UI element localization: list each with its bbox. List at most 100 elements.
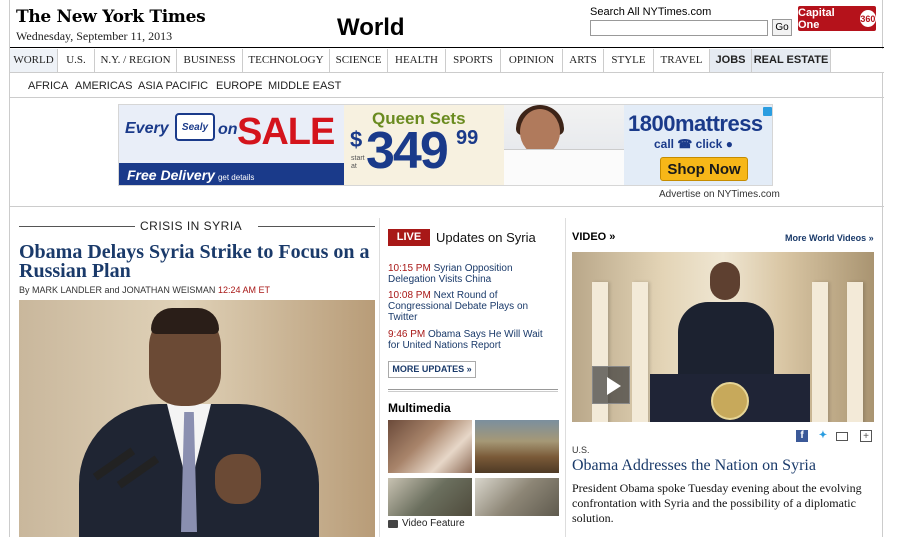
ad-shop-now-button[interactable]: Shop Now xyxy=(660,157,748,181)
ad-brand-logo: Sealy xyxy=(175,113,215,141)
share-plus-icon[interactable]: + xyxy=(860,430,872,442)
mouse-icon: ● xyxy=(725,137,733,151)
column-divider xyxy=(565,218,566,537)
byline-author-2: JONATHAN WEISMAN xyxy=(122,285,216,295)
ad-start-at: start at xyxy=(351,155,365,170)
facebook-icon[interactable]: f xyxy=(796,430,808,442)
sponsor-text: Capital One xyxy=(798,6,835,31)
nav-item-science[interactable]: SCIENCE xyxy=(330,49,388,72)
subnav-americas[interactable]: AMERICAS xyxy=(75,74,132,98)
kicker[interactable]: CRISIS IN SYRIA xyxy=(140,219,242,233)
ad-free-delivery: Free Delivery get details xyxy=(119,163,344,185)
video-headline[interactable]: Obama Addresses the Nation on Syria xyxy=(572,457,816,475)
search-input[interactable] xyxy=(590,20,768,36)
subnav-europe[interactable]: EUROPE xyxy=(216,74,262,98)
live-update[interactable]: 10:08 PM Next Round of Congressional Deb… xyxy=(388,290,556,323)
nav-item-opinion[interactable]: OPINION xyxy=(501,49,563,72)
search-label: Search All NYTimes.com xyxy=(590,6,712,18)
sponsor-badge: 360 xyxy=(859,10,876,27)
ad-sale-text: SALE xyxy=(237,111,335,153)
multimedia-thumb[interactable] xyxy=(388,420,472,473)
byline-prefix: By xyxy=(19,285,33,295)
ad-pillow xyxy=(504,149,624,185)
video-feature-label[interactable]: Video Feature xyxy=(388,518,465,529)
subnav-middle-east[interactable]: MIDDLE EAST xyxy=(268,74,341,98)
nav-item-travel[interactable]: TRAVEL xyxy=(654,49,710,72)
nav-item-business[interactable]: BUSINESS xyxy=(177,49,243,72)
lead-photo[interactable] xyxy=(19,300,375,537)
nav-item-arts[interactable]: ARTS xyxy=(563,49,604,72)
play-icon[interactable] xyxy=(592,366,630,404)
subnav-asia-pacific[interactable]: ASIA PACIFIC xyxy=(138,74,208,98)
lead-headline[interactable]: Obama Delays Syria Strike to Focus on a … xyxy=(19,242,379,281)
video-section-label[interactable]: U.S. xyxy=(572,445,590,455)
ad-price-cents: 99 xyxy=(456,127,479,149)
live-update[interactable]: 10:15 PM Syrian Opposition Delegation Vi… xyxy=(388,263,556,285)
nav-item-real-estate[interactable]: REAL ESTATE xyxy=(752,49,831,72)
ad-price-panel: Queen Sets $ start at 349 99 xyxy=(344,105,504,185)
nav-item-ny-region[interactable]: N.Y. / REGION xyxy=(95,49,177,72)
live-badge: LIVE xyxy=(388,229,430,246)
ad-call-text: call xyxy=(654,137,675,151)
ad-info-icon[interactable] xyxy=(763,107,772,116)
advertise-link[interactable]: Advertise on NYTimes.com xyxy=(659,189,780,200)
nav-item-health[interactable]: HEALTH xyxy=(388,49,446,72)
update-time: 9:46 PM xyxy=(388,329,426,340)
ad-phone-brand: 1800mattress xyxy=(628,111,763,136)
video-section-header[interactable]: VIDEO » xyxy=(572,231,615,243)
ad-on-text: on xyxy=(218,121,238,138)
video-speaker-head xyxy=(710,262,740,300)
ad-banner[interactable]: Every Sealy on SALE Free Delivery get det… xyxy=(118,104,773,186)
ad-model-photo xyxy=(504,105,624,185)
divider xyxy=(10,206,884,207)
multimedia-thumb[interactable] xyxy=(475,478,559,516)
nyt-logo[interactable]: The New York Times xyxy=(16,7,206,27)
video-speaker-suit xyxy=(678,302,774,382)
email-icon[interactable] xyxy=(836,432,848,441)
video-player[interactable] xyxy=(572,252,874,422)
photo-column xyxy=(812,282,828,422)
page: The New York Times Wednesday, September … xyxy=(9,0,884,537)
photo-column xyxy=(847,282,863,422)
more-world-videos-link[interactable]: More World Videos » xyxy=(785,233,874,243)
ad-delivery-text: Free Delivery xyxy=(127,167,215,183)
ad-details-text: get details xyxy=(217,173,255,182)
nav-item-style[interactable]: STYLE xyxy=(604,49,654,72)
update-time: 10:08 PM xyxy=(388,290,431,301)
kicker-rule-right xyxy=(258,226,375,227)
column-divider xyxy=(379,218,380,537)
nav-item-jobs[interactable]: JOBS xyxy=(710,49,752,72)
more-updates-button[interactable]: MORE UPDATES » xyxy=(388,361,476,378)
video-camera-icon xyxy=(388,519,398,528)
multimedia-thumb[interactable] xyxy=(388,478,472,516)
video-summary: President Obama spoke Tuesday evening ab… xyxy=(572,481,862,525)
nav-item-sports[interactable]: SPORTS xyxy=(446,49,501,72)
byline-author-1: MARK LANDLER xyxy=(32,285,103,295)
kicker-rule-left xyxy=(19,226,135,227)
live-update[interactable]: 9:46 PM Obama Says He Will Wait for Unit… xyxy=(388,329,556,351)
nav-item-world[interactable]: WORLD xyxy=(10,49,58,72)
nav-item-technology[interactable]: TECHNOLOGY xyxy=(243,49,330,72)
lead-byline: By MARK LANDLER and JONATHAN WEISMAN 12:… xyxy=(19,285,270,295)
subnav-africa[interactable]: AFRICA xyxy=(28,74,68,98)
update-time: 10:15 PM xyxy=(388,263,431,274)
sub-nav: AFRICA AMERICAS ASIA PACIFIC EUROPE MIDD… xyxy=(10,74,884,98)
dateline: Wednesday, September 11, 2013 xyxy=(16,29,173,43)
nav-item-us[interactable]: U.S. xyxy=(58,49,95,72)
video-feature-text: Video Feature xyxy=(402,518,465,529)
ad-price: 349 xyxy=(366,122,449,180)
multimedia-rule xyxy=(388,389,558,390)
multimedia-thumb[interactable] xyxy=(475,420,559,473)
photo-hair xyxy=(151,308,219,334)
ad-dollar-sign: $ xyxy=(350,127,363,152)
search-go-button[interactable]: Go xyxy=(772,19,792,36)
section-nav: WORLD U.S. N.Y. / REGION BUSINESS TECHNO… xyxy=(10,49,884,73)
live-title[interactable]: Updates on Syria xyxy=(436,230,536,245)
photo-hand xyxy=(215,454,261,504)
phone-icon: ☎ xyxy=(677,137,693,151)
ad-every-text: Every xyxy=(125,120,169,137)
byline-and: and xyxy=(102,285,123,295)
twitter-icon[interactable]: ✦ xyxy=(817,430,829,442)
sponsor-logo[interactable]: Capital One 360 xyxy=(798,6,876,31)
ad-cta-panel: 1800mattress call ☎ click ● Shop Now xyxy=(624,105,772,185)
